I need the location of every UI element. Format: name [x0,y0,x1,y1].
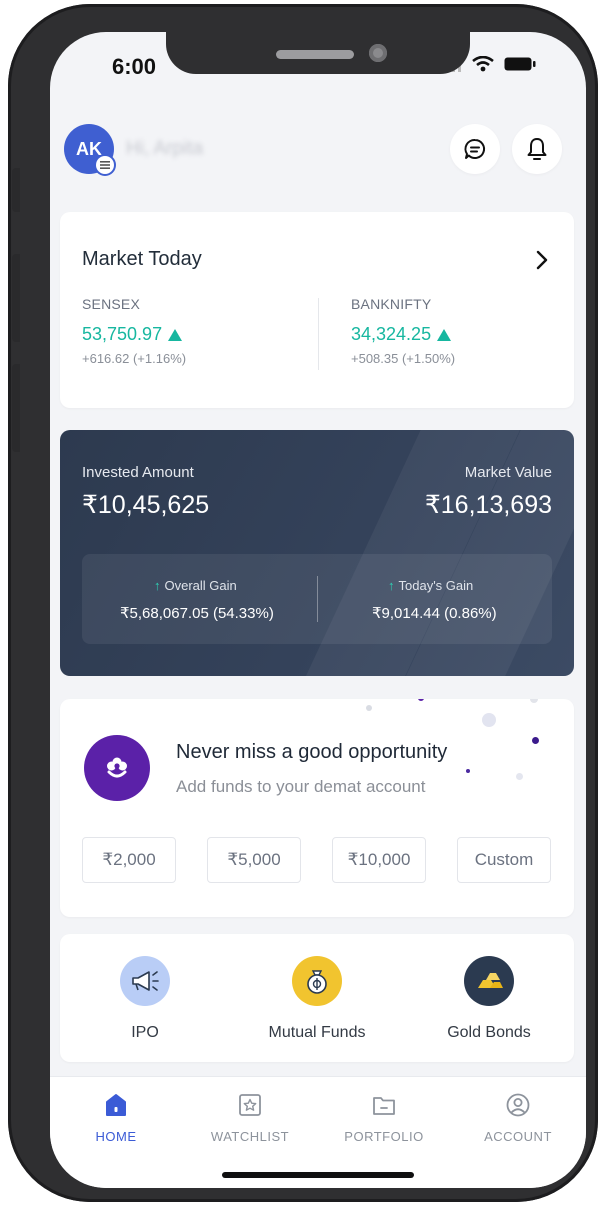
add-funds-card: Never miss a good opportunity Add funds … [60,699,574,917]
menu-icon [100,161,110,169]
tab-label: HOME [95,1129,137,1144]
market-value-label: Market Value [464,464,552,481]
market-today-title: Market Today [82,248,202,270]
index-banknifty[interactable]: BANKNIFTY 34,324.25 +508.35 (+1.50%) [351,296,455,366]
flower-glyph [107,757,127,778]
volume-down-button [12,364,20,452]
arrow-up-icon: ↑ [154,578,161,593]
tab-label: PORTFOLIO [344,1129,424,1144]
tab-home[interactable]: HOME [56,1091,176,1144]
flower-icon [84,735,150,801]
arrow-up-icon: ↑ [388,578,395,593]
invested-amount-value: ₹10,45,625 [82,491,210,519]
invested-amount-label: Invested Amount [82,464,194,481]
star-box-icon [239,1094,261,1116]
divider [318,298,319,370]
index-change: +508.35 (+1.50%) [351,351,456,366]
market-value-value: ₹16,13,693 [424,491,552,519]
overall-gain-label-row: ↑ Overall Gain [154,578,237,593]
volume-up-button [12,254,20,342]
decor-dot [418,699,424,701]
decor-dot [466,769,470,773]
todays-gain-value: ₹9,014.44 (0.86%) [372,605,497,622]
chat-icon [464,138,486,159]
status-time: 6:00 [112,54,157,79]
opportunity-subtitle: Add funds to your demat account [176,777,426,796]
quick-link-mutual-funds[interactable]: Mutual Funds [242,956,392,1042]
app-screen: 6:00 AK Hi, Arpita Market Today SENSEX 5… [50,32,586,1188]
menu-badge-icon[interactable] [96,156,114,174]
money-bag-icon [292,956,342,1006]
index-value: 34,324.25 [351,324,432,344]
tab-watchlist[interactable]: WATCHLIST [190,1091,310,1144]
decor-dot [482,713,496,727]
gold-bars-glyph [478,973,503,988]
quick-link-label: Gold Bonds [447,1024,531,1041]
speaker [276,50,354,59]
phone-frame: 6:00 AK Hi, Arpita Market Today SENSEX 5… [8,4,598,1202]
notch [166,32,470,74]
amount-2000-button[interactable]: ₹2,000 [82,837,176,883]
megaphone-icon [120,956,170,1006]
chat-button[interactable] [450,124,500,174]
money-bag-glyph [307,970,327,994]
amount-10000-button[interactable]: ₹10,000 [332,837,426,883]
tab-label: WATCHLIST [210,1129,290,1144]
amount-custom-button[interactable]: Custom [457,837,551,883]
avatar-initials: AK [76,138,102,159]
battery-icon [504,57,536,71]
quick-links-card: IPO Mutual Funds Gold Bonds [60,934,574,1062]
wifi-icon [472,56,494,72]
silent-switch [12,168,20,212]
market-today-card[interactable]: Market Today SENSEX 53,750.97 +616.62 (+… [60,212,574,408]
quick-link-ipo[interactable]: IPO [70,956,220,1042]
divider [317,576,318,622]
index-change: +616.62 (+1.16%) [82,351,187,366]
bell-icon [527,138,547,160]
folder-icon [373,1097,395,1115]
chevron-right-icon[interactable] [530,248,554,272]
up-triangle-icon [168,328,183,341]
index-name: SENSEX [82,296,140,312]
index-sensex[interactable]: SENSEX 53,750.97 +616.62 (+1.16%) [82,296,186,366]
tab-label: ACCOUNT [484,1129,552,1144]
todays-gain-label: Today's Gain [398,578,474,593]
notifications-button[interactable] [512,124,562,174]
todays-gain-label-row: ↑ Today's Gain [388,578,473,593]
decor-dot [530,699,538,703]
home-indicator[interactable] [222,1172,414,1178]
decor-dot [532,737,539,744]
quick-link-label: IPO [131,1024,159,1041]
amount-5000-button[interactable]: ₹5,000 [207,837,301,883]
home-icon [106,1094,126,1116]
index-name: BANKNIFTY [351,296,432,312]
user-circle-icon [506,1093,530,1117]
front-camera [369,44,387,62]
gain-box: ↑ Overall Gain ₹5,68,067.05 (54.33%) ↑ T… [82,554,552,644]
tab-account[interactable]: ACCOUNT [458,1091,578,1144]
decor-dot [516,773,523,780]
opportunity-title: Never miss a good opportunity [176,741,448,763]
tab-portfolio[interactable]: PORTFOLIO [324,1091,444,1144]
index-value: 53,750.97 [82,324,163,344]
quick-link-gold-bonds[interactable]: Gold Bonds [414,956,564,1042]
gold-bars-icon [464,956,514,1006]
greeting-text: Hi, Arpita [126,138,204,159]
quick-link-label: Mutual Funds [268,1024,366,1041]
overall-gain-value: ₹5,68,067.05 (54.33%) [120,605,274,622]
decor-dot [366,705,372,711]
up-triangle-icon [437,328,452,341]
overall-gain-label: Overall Gain [164,578,237,593]
portfolio-summary-card[interactable]: Invested Amount ₹10,45,625 Market Value … [60,430,574,676]
megaphone-glyph [132,971,159,991]
